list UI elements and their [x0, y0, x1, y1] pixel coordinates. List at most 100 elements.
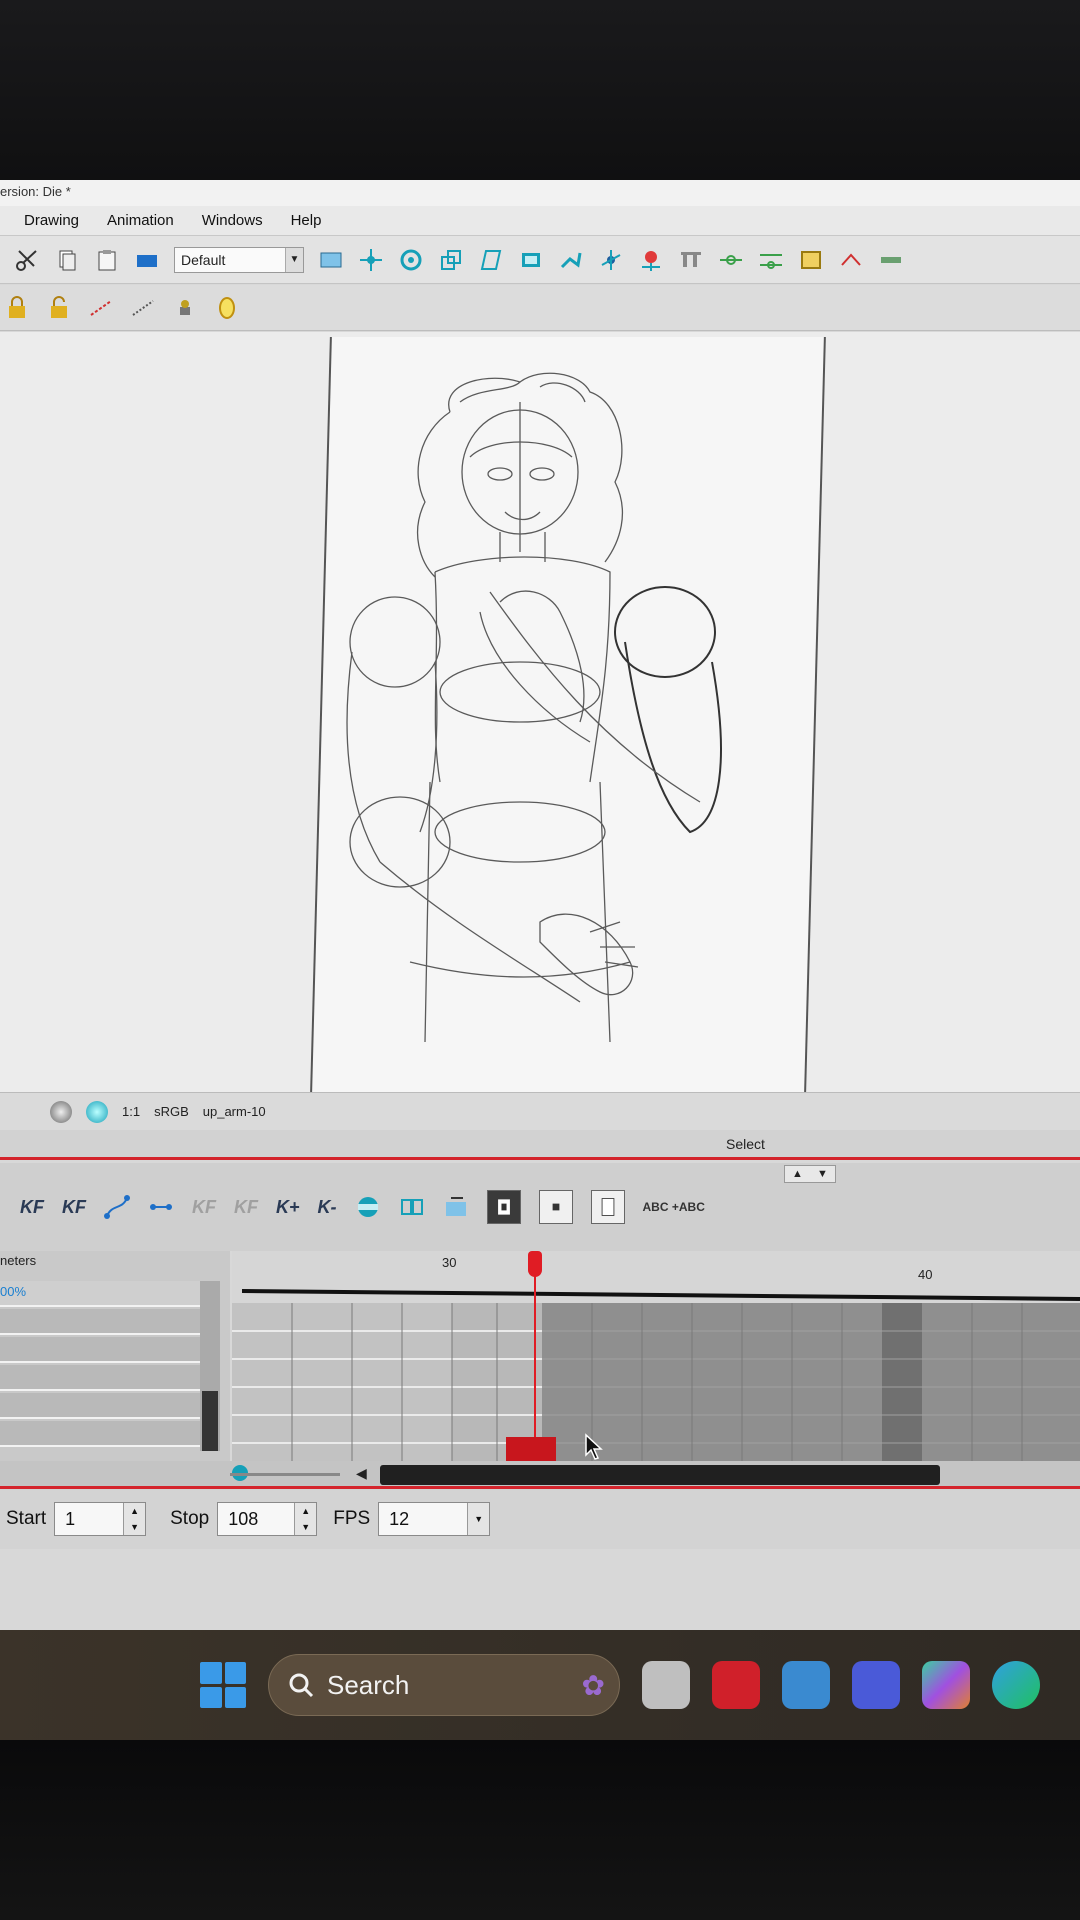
rotate-icon[interactable]	[398, 247, 424, 273]
mouse-cursor-icon	[585, 1433, 603, 1460]
menu-drawing[interactable]: Drawing	[10, 212, 93, 229]
chevron-down-icon[interactable]: ▼	[817, 1168, 828, 1180]
start-pane	[200, 1686, 222, 1708]
onion-skin-icon[interactable]	[355, 1194, 381, 1220]
spin-down-icon[interactable]: ▼	[301, 1522, 310, 1532]
preset-value: Default	[181, 251, 226, 268]
start-frame-spinner[interactable]: ▲ ▼	[123, 1503, 146, 1535]
color-space[interactable]: sRGB	[154, 1104, 189, 1119]
drawing-canvas[interactable]	[0, 332, 1080, 1092]
menu-windows[interactable]: Windows	[188, 212, 277, 229]
layer-row[interactable]	[0, 1393, 200, 1419]
fps-value: 12	[389, 1508, 410, 1529]
cell-view-thumbnail-icon[interactable]	[590, 1190, 625, 1224]
transform-icon[interactable]	[358, 247, 384, 273]
stamp-icon[interactable]	[172, 295, 198, 321]
ease-icon[interactable]	[718, 247, 744, 273]
layer-row[interactable]	[0, 1309, 200, 1335]
layer-scrollbar[interactable]	[200, 1281, 220, 1451]
timeline-zoom-slider[interactable]	[230, 1473, 340, 1476]
settings-icon[interactable]	[50, 1100, 72, 1123]
library-icon[interactable]	[134, 247, 160, 273]
spin-down-icon[interactable]: ▼	[130, 1522, 139, 1532]
layer-row[interactable]	[0, 1365, 200, 1391]
menu-help[interactable]: Help	[277, 212, 336, 229]
layer-scrollbar-thumb[interactable]	[202, 1391, 218, 1451]
add-keyframe-button[interactable]: KF	[20, 1197, 44, 1218]
file-explorer-app-icon[interactable]	[642, 1661, 690, 1709]
rename-cells-button[interactable]: ABC +ABC	[643, 1201, 705, 1213]
envelope-icon[interactable]	[518, 247, 544, 273]
extend-exposure-icon[interactable]	[443, 1194, 469, 1220]
frame-ruler[interactable]: 30 40	[232, 1251, 1080, 1303]
bone-icon[interactable]	[558, 247, 584, 273]
palette-icon[interactable]	[86, 1100, 108, 1123]
taskbar-search-box[interactable]: Search ✿	[268, 1654, 620, 1716]
start-label: Start	[6, 1508, 47, 1529]
cell-view-large-icon[interactable]	[486, 1190, 521, 1224]
taskbar: Search ✿	[0, 1630, 1080, 1740]
constant-segment-icon[interactable]	[148, 1194, 174, 1220]
opacity-value[interactable]: 00%	[0, 1284, 26, 1299]
cell-view-medium-icon[interactable]	[538, 1190, 573, 1224]
paste-icon[interactable]	[94, 247, 120, 273]
set-key-out-button[interactable]: K-	[318, 1197, 337, 1218]
kinematic-icon[interactable]	[638, 247, 664, 273]
preset-select[interactable]: Default ▼	[174, 246, 304, 273]
fps-select[interactable]: 12 ▼	[378, 1502, 491, 1536]
remove-keyframe-button[interactable]: KF	[62, 1197, 86, 1218]
playhead-handle[interactable]	[528, 1251, 542, 1277]
skew-icon[interactable]	[478, 247, 504, 273]
spin-up-icon[interactable]: ▲	[130, 1506, 139, 1516]
chevron-up-icon[interactable]: ▲	[792, 1168, 803, 1180]
lock-icon[interactable]	[4, 295, 30, 321]
selected-frame-cell[interactable]	[506, 1437, 556, 1461]
peg-icon[interactable]	[678, 247, 704, 273]
scale-icon[interactable]	[438, 247, 464, 273]
store-app-icon[interactable]	[712, 1661, 760, 1709]
more-tools-icon[interactable]	[878, 247, 904, 273]
timeline-grid[interactable]: 30 40	[232, 1251, 1080, 1461]
window-icon[interactable]	[318, 247, 344, 273]
layer-panel: neters 00%	[0, 1251, 230, 1461]
drawing-name: up_arm-10	[202, 1104, 266, 1119]
chevron-down-icon[interactable]: ▼	[467, 1503, 490, 1535]
playback-range-bar: Start 1 ▲ ▼ Stop 108 ▲ ▼ FPS 12 ▼	[0, 1489, 1080, 1549]
cut-lines-icon[interactable]	[88, 295, 114, 321]
ease-multi-icon[interactable]	[758, 247, 784, 273]
timeline-footer: ◀	[0, 1461, 1080, 1489]
layer-row[interactable]	[0, 1337, 200, 1363]
frame-cells[interactable]	[232, 1303, 1080, 1461]
deform-icon[interactable]	[598, 247, 624, 273]
bounding-box-icon[interactable]	[798, 247, 824, 273]
motion-path-icon[interactable]	[104, 1194, 130, 1220]
scissors-icon[interactable]	[14, 247, 40, 273]
security-app-icon[interactable]	[852, 1661, 900, 1709]
spin-up-icon[interactable]: ▲	[301, 1506, 310, 1516]
layer-row[interactable]	[0, 1421, 200, 1447]
stop-frame-spinner[interactable]: ▲ ▼	[294, 1503, 317, 1535]
mirror-icon[interactable]	[214, 295, 240, 321]
prev-keyframe-button[interactable]: KF	[192, 1197, 216, 1218]
copilot-app-icon[interactable]	[922, 1661, 970, 1709]
panel-collapse-arrows[interactable]: ▲ ▼	[784, 1165, 836, 1183]
menu-animation[interactable]: Animation	[93, 212, 188, 229]
copy-icon[interactable]	[54, 247, 80, 273]
lavender-icon: ✿	[581, 1669, 605, 1701]
scroll-left-icon[interactable]: ◀	[356, 1465, 367, 1482]
dotted-line-icon[interactable]	[130, 295, 156, 321]
center-icon[interactable]	[838, 247, 864, 273]
playhead-line[interactable]	[534, 1251, 536, 1451]
timeline-scrollbar[interactable]	[380, 1465, 940, 1485]
set-key-in-button[interactable]: K+	[276, 1197, 300, 1218]
split-frames-icon[interactable]	[399, 1194, 425, 1220]
office-app-icon[interactable]	[782, 1661, 830, 1709]
edge-browser-icon[interactable]	[992, 1661, 1040, 1709]
unlock-icon[interactable]	[46, 295, 72, 321]
zoom-ratio[interactable]: 1:1	[122, 1104, 140, 1119]
windows-start-icon[interactable]	[200, 1662, 246, 1708]
stop-frame-input[interactable]: 108 ▲ ▼	[217, 1502, 318, 1536]
layer-row[interactable]	[0, 1281, 200, 1307]
next-keyframe-button[interactable]: KF	[234, 1197, 258, 1218]
start-frame-input[interactable]: 1 ▲ ▼	[54, 1502, 147, 1536]
